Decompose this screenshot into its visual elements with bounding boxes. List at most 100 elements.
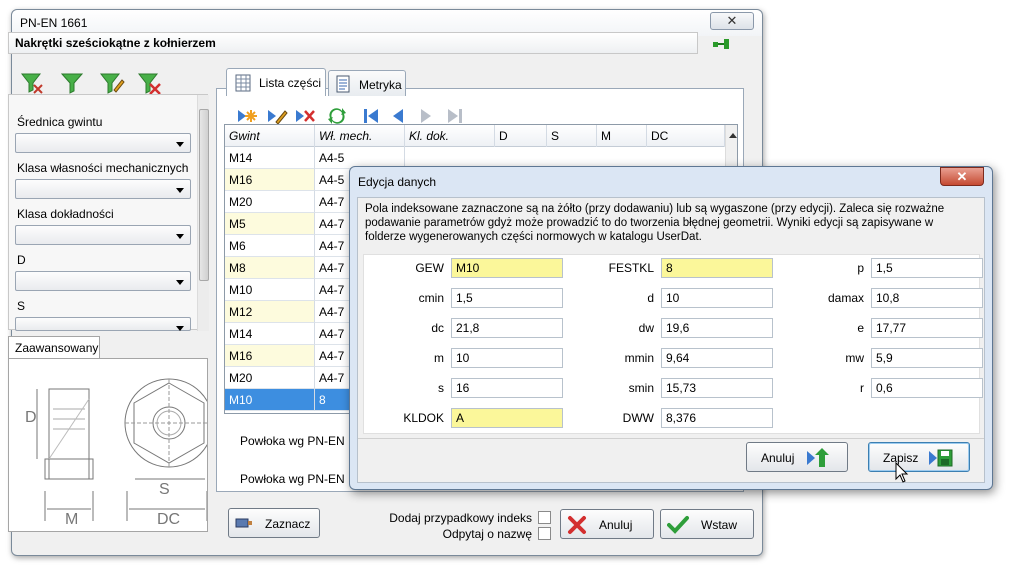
field-label-festkl: FESTKL xyxy=(608,261,654,275)
cell-thread: M10 xyxy=(225,279,315,301)
coating-label-2: Powłoka wg PN-EN IS xyxy=(240,472,360,486)
scrollbar-thumb[interactable] xyxy=(199,109,209,281)
field-damax[interactable]: 10,8 xyxy=(871,288,983,308)
tab-metrics[interactable]: Metryka xyxy=(328,70,406,96)
tab-parts-list[interactable]: Lista części xyxy=(226,68,326,96)
last-record-icon[interactable] xyxy=(446,106,464,126)
filter-label-s: S xyxy=(17,299,26,313)
field-mw[interactable]: 5,9 xyxy=(871,348,983,368)
filter-combo-mech-class[interactable] xyxy=(15,179,191,199)
coating-label-1: Powłoka wg PN-EN IS xyxy=(240,434,360,448)
filter-combo-d[interactable] xyxy=(15,271,191,291)
field-dww[interactable]: 8,376 xyxy=(661,408,773,428)
filter-combo-thread[interactable] xyxy=(15,133,191,153)
table-icon xyxy=(235,74,251,92)
mark-button[interactable]: Zaznacz xyxy=(228,508,320,538)
insert-button[interactable]: Wstaw xyxy=(660,509,754,539)
edit-data-dialog: Edycja danych ✕ Pola indeksowane zaznacz… xyxy=(349,166,993,490)
field-kldok[interactable]: A xyxy=(451,408,563,428)
field-p[interactable]: 1,5 xyxy=(871,258,983,278)
field-gew[interactable]: M10 xyxy=(451,258,563,278)
scroll-up-icon[interactable] xyxy=(729,133,737,138)
table-header: Gwint Wł. mech. Kl. dok. D S M DC xyxy=(225,125,737,147)
dialog-close-button[interactable]: ✕ xyxy=(940,167,984,186)
dialog-cancel-label: Anuluj xyxy=(761,451,795,465)
mark-button-label: Zaznacz xyxy=(265,517,311,531)
field-label-smin: smin xyxy=(628,381,654,395)
filter-combo-s[interactable] xyxy=(15,317,191,331)
cell-thread: M14 xyxy=(225,323,315,345)
cell-thread: M20 xyxy=(225,191,315,213)
field-label-cmin: cmin xyxy=(418,291,444,305)
edit-row-icon[interactable] xyxy=(266,106,288,126)
column-header[interactable]: Kl. dok. xyxy=(405,125,495,147)
filter-combo-accuracy[interactable] xyxy=(15,225,191,245)
ask-name-label: Odpytaj o nazwę xyxy=(442,527,532,541)
column-header[interactable]: Wł. mech. xyxy=(315,125,405,147)
filter-remove-icon[interactable] xyxy=(136,70,164,96)
column-header[interactable]: DC xyxy=(647,125,725,147)
page-title: Nakrętki sześciokątne z kołnierzem xyxy=(8,32,698,54)
column-header[interactable]: S xyxy=(547,125,597,147)
field-m[interactable]: 10 xyxy=(451,348,563,368)
field-label-m: m xyxy=(434,351,444,365)
field-festkl[interactable]: 8 xyxy=(661,258,773,278)
field-label-mmin: mmin xyxy=(624,351,654,365)
column-header[interactable]: M xyxy=(597,125,647,147)
column-header[interactable]: D xyxy=(495,125,547,147)
window-close-button[interactable]: ✕ xyxy=(710,12,754,30)
field-r[interactable]: 0,6 xyxy=(871,378,983,398)
filter-icon[interactable] xyxy=(58,70,86,96)
cancel-button[interactable]: Anuluj xyxy=(560,509,654,539)
field-d[interactable]: 10 xyxy=(661,288,773,308)
field-label-s: s xyxy=(438,381,444,395)
filter-clear-icon[interactable] xyxy=(18,70,46,96)
field-smin[interactable]: 15,73 xyxy=(661,378,773,398)
field-dc[interactable]: 21,8 xyxy=(451,318,563,338)
cell-thread: M8 xyxy=(225,257,315,279)
field-label-e: e xyxy=(857,321,864,335)
dialog-cancel-button[interactable]: Anuluj xyxy=(746,442,848,472)
field-dw[interactable]: 19,6 xyxy=(661,318,773,338)
cancel-button-label: Anuluj xyxy=(599,518,633,532)
field-label-kldok: KLDOK xyxy=(403,411,444,425)
ask-name-checkbox[interactable] xyxy=(538,527,551,540)
cell-thread: M14 xyxy=(225,147,315,169)
field-label-mw: mw xyxy=(845,351,864,365)
first-record-icon[interactable] xyxy=(362,106,380,126)
column-header[interactable]: Gwint xyxy=(225,125,315,147)
dialog-body: Pola indeksowane zaznaczone są na żółto … xyxy=(357,197,985,483)
filter-label-d: D xyxy=(17,253,26,267)
refresh-icon[interactable] xyxy=(326,106,348,126)
tab-metrics-label: Metryka xyxy=(359,78,402,92)
filter-label-mech-class: Klasa własności mechanicznych xyxy=(17,161,189,175)
field-label-dww: DWW xyxy=(622,411,654,425)
filter-edit-icon[interactable] xyxy=(98,70,126,96)
field-e[interactable]: 17,77 xyxy=(871,318,983,338)
connection-icon xyxy=(713,39,729,49)
cell-thread: M12 xyxy=(225,301,315,323)
cell-thread: M6 xyxy=(225,235,315,257)
field-label-dc: dc xyxy=(431,321,444,335)
cell-thread: M5 xyxy=(225,213,315,235)
add-row-icon[interactable] xyxy=(236,106,258,126)
random-index-label: Dodaj przypadkowy indeks xyxy=(389,511,532,525)
delete-row-icon[interactable] xyxy=(294,106,316,126)
field-label-r: r xyxy=(860,381,864,395)
field-label-damax: damax xyxy=(827,291,864,305)
field-label-dw: dw xyxy=(638,321,654,335)
nut-drawing-image xyxy=(36,378,214,521)
dim-label-dc: DC xyxy=(157,511,181,528)
window-title: PN-EN 1661 xyxy=(20,16,88,30)
filter-panel: Średnica gwintu Klasa własności mechanic… xyxy=(8,94,209,331)
random-index-checkbox[interactable] xyxy=(538,511,551,524)
tab-advanced[interactable]: Zaawansowany xyxy=(8,336,100,358)
field-mmin[interactable]: 9,64 xyxy=(661,348,773,368)
next-record-icon[interactable] xyxy=(418,106,434,126)
dialog-save-button[interactable]: Zapisz xyxy=(868,442,970,472)
prev-record-icon[interactable] xyxy=(390,106,406,126)
field-label-d: d xyxy=(647,291,654,305)
field-s[interactable]: 16 xyxy=(451,378,563,398)
field-cmin[interactable]: 1,5 xyxy=(451,288,563,308)
filter-scrollbar[interactable] xyxy=(197,95,209,331)
